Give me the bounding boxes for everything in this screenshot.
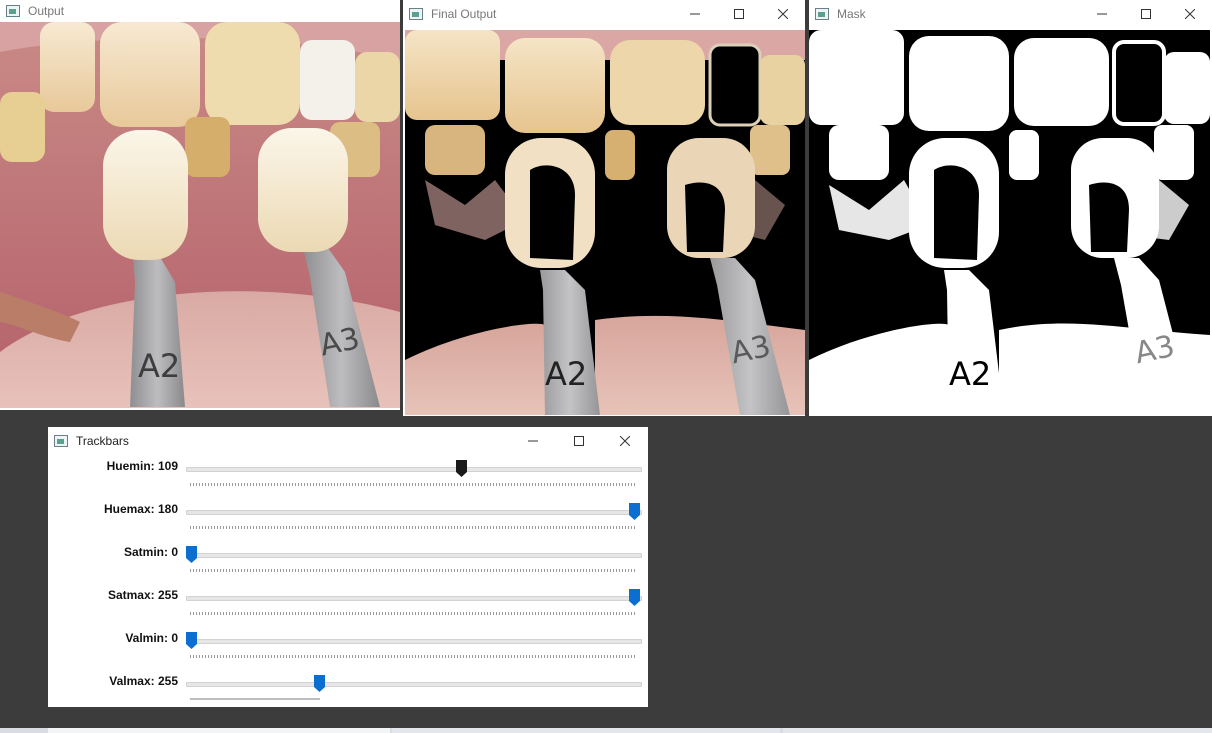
taskbar xyxy=(0,728,1212,733)
trackbar-row: Satmax: 255 xyxy=(48,586,648,626)
output-titlebar[interactable]: Output xyxy=(0,0,400,22)
window-title: Final Output xyxy=(431,7,497,21)
close-button[interactable] xyxy=(1168,0,1212,28)
trackbar-thumb[interactable] xyxy=(186,632,197,649)
window-controls xyxy=(673,0,805,28)
trackbar-row: Huemin: 109 xyxy=(48,457,648,497)
window-title: Output xyxy=(28,4,65,18)
trackbar-thumb[interactable] xyxy=(455,460,467,477)
output-window: Output A2 A3 xyxy=(0,0,400,410)
trackbar-thumb[interactable] xyxy=(629,589,640,606)
maximize-button[interactable] xyxy=(1124,0,1168,28)
maximize-button[interactable] xyxy=(717,0,761,28)
trackbar-row: Valmax: 255 xyxy=(48,672,648,712)
trackbar-ticks xyxy=(190,612,636,615)
trackbar-ticks xyxy=(190,698,320,700)
taskbar-item[interactable] xyxy=(783,728,1212,733)
trackbar-panel: Huemin: 109 Huemax: 180 Satmin: 0 Satmax: 2… xyxy=(48,457,648,707)
trackbar-label: Satmin: 0 xyxy=(123,545,178,559)
window-title: Trackbars xyxy=(76,434,129,448)
trackbar-track[interactable] xyxy=(186,553,642,558)
mask-image: A2 A3 xyxy=(809,30,1210,415)
app-icon xyxy=(409,8,423,20)
trackbar-row: Valmin: 0 xyxy=(48,629,648,669)
maximize-icon xyxy=(574,436,584,446)
close-icon xyxy=(778,9,788,19)
mask-window: Mask A2 A3 xyxy=(809,0,1212,416)
close-button[interactable] xyxy=(761,0,805,28)
maximize-icon xyxy=(1141,9,1151,19)
minimize-icon xyxy=(1097,13,1107,15)
trackbar-thumb[interactable] xyxy=(314,675,325,692)
taskbar-item[interactable] xyxy=(48,728,390,733)
trackbar-row: Huemax: 180 xyxy=(48,500,648,540)
trackbar-track[interactable] xyxy=(186,639,642,644)
trackbar-ticks xyxy=(190,526,636,529)
trackbar-label: Huemin: 109 xyxy=(106,459,178,473)
trackbar-ticks xyxy=(190,569,636,572)
mask-titlebar[interactable]: Mask xyxy=(809,0,1212,28)
minimize-button[interactable] xyxy=(673,0,717,28)
trackbars-titlebar[interactable]: Trackbars xyxy=(48,427,648,455)
trackbar-label: Valmax: 255 xyxy=(109,674,178,688)
final-output-titlebar[interactable]: Final Output xyxy=(403,0,805,28)
minimize-button[interactable] xyxy=(1080,0,1124,28)
maximize-icon xyxy=(734,9,744,19)
final-output-window: Final Output A2 A3 xyxy=(403,0,805,416)
trackbar-ticks xyxy=(190,655,636,658)
shade-label-a: A2 xyxy=(545,355,587,393)
shade-label-a: A2 xyxy=(949,355,991,393)
trackbars-window: Trackbars Huemin: 109 Huemax: 180 Satmin: … xyxy=(48,427,648,707)
trackbar-track[interactable] xyxy=(186,510,642,515)
taskbar-item[interactable] xyxy=(392,728,780,733)
minimize-icon xyxy=(528,440,538,442)
trackbar-thumb[interactable] xyxy=(186,546,197,563)
window-controls xyxy=(510,427,648,455)
close-icon xyxy=(1185,9,1195,19)
output-image: A2 A3 xyxy=(0,22,400,408)
app-icon xyxy=(54,435,68,447)
maximize-button[interactable] xyxy=(556,427,602,455)
binary-mask: A2 A3 xyxy=(809,30,1210,415)
minimize-button[interactable] xyxy=(510,427,556,455)
close-icon xyxy=(620,436,630,446)
trackbar-ticks xyxy=(190,483,636,486)
masked-photo: A2 A3 xyxy=(405,30,805,415)
trackbar-track[interactable] xyxy=(186,467,642,472)
trackbar-label: Valmin: 0 xyxy=(125,631,178,645)
app-icon xyxy=(6,5,20,17)
trackbar-track[interactable] xyxy=(186,596,642,601)
shade-label-a: A2 xyxy=(138,347,180,385)
window-title: Mask xyxy=(837,7,866,21)
trackbar-label: Huemax: 180 xyxy=(103,502,178,516)
final-output-image: A2 A3 xyxy=(405,30,805,415)
trackbar-track[interactable] xyxy=(186,682,642,687)
teeth-photo: A2 A3 xyxy=(0,22,400,408)
trackbar-label: Satmax: 255 xyxy=(107,588,178,602)
trackbar-thumb[interactable] xyxy=(629,503,640,520)
close-button[interactable] xyxy=(602,427,648,455)
trackbar-row: Satmin: 0 xyxy=(48,543,648,583)
minimize-icon xyxy=(690,13,700,15)
window-controls xyxy=(1080,0,1212,28)
app-icon xyxy=(815,8,829,20)
